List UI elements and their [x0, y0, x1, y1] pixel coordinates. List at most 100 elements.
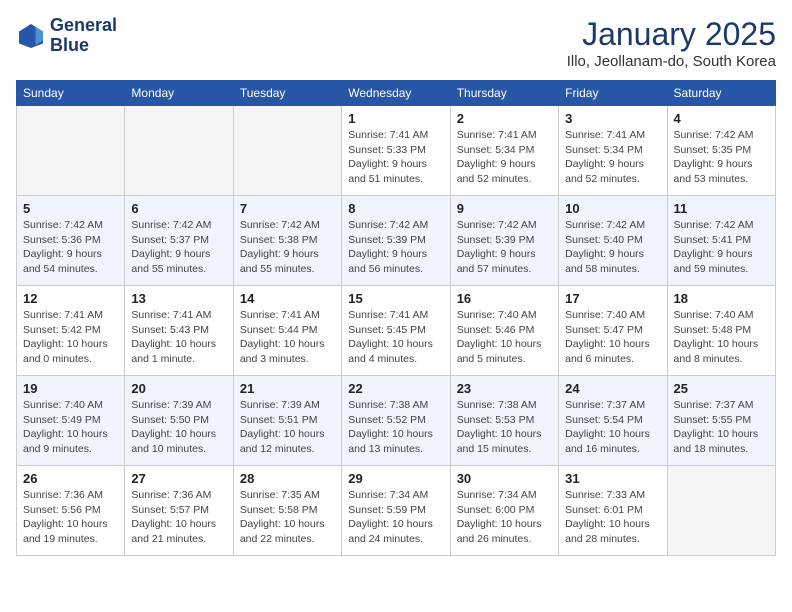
day-number: 22: [348, 381, 443, 396]
calendar-cell: [17, 106, 125, 196]
calendar-cell: 9Sunrise: 7:42 AMSunset: 5:39 PMDaylight…: [450, 196, 558, 286]
month-title: January 2025: [567, 16, 776, 53]
day-number: 26: [23, 471, 118, 486]
calendar-cell: 20 Sunrise: 7:39 AMSunset: 5:50 PMDayligh…: [125, 376, 233, 466]
calendar-cell: [125, 106, 233, 196]
day-number: 10: [565, 201, 660, 216]
logo-icon: [16, 21, 46, 51]
cell-content: Sunrise: 7:41 AMSunset: 5:44 PMDaylight:…: [240, 308, 335, 367]
day-number: 2: [457, 111, 552, 126]
day-number: 29: [348, 471, 443, 486]
day-header-friday: Friday: [559, 81, 667, 106]
calendar-cell: 25 Sunrise: 7:37 AMSunset: 5:55 PMDayligh…: [667, 376, 775, 466]
calendar-header-row: SundayMondayTuesdayWednesdayThursdayFrid…: [17, 81, 776, 106]
day-number: 27: [131, 471, 226, 486]
calendar-cell: 23 Sunrise: 7:38 AMSunset: 5:53 PMDayligh…: [450, 376, 558, 466]
cell-content: Sunrise: 7:39 AMSunset: 5:50 PMDaylight:…: [131, 398, 226, 457]
cell-content: Sunrise: 7:42 AMSunset: 5:40 PMDaylight:…: [565, 218, 660, 277]
day-number: 15: [348, 291, 443, 306]
day-number: 12: [23, 291, 118, 306]
calendar-cell: 30 Sunrise: 7:34 AMSunset: 6:00 PMDayligh…: [450, 466, 558, 556]
calendar-cell: 12 Sunrise: 7:41 AMSunset: 5:42 PMDayligh…: [17, 286, 125, 376]
day-header-wednesday: Wednesday: [342, 81, 450, 106]
cell-content: Sunrise: 7:42 AMSunset: 5:39 PMDaylight:…: [348, 218, 443, 277]
day-number: 5: [23, 201, 118, 216]
calendar-cell: 17Sunrise: 7:40 AMSunset: 5:47 PMDayligh…: [559, 286, 667, 376]
day-number: 30: [457, 471, 552, 486]
calendar-week-row: 26Sunrise: 7:36 AMSunset: 5:56 PMDayligh…: [17, 466, 776, 556]
cell-content: Sunrise: 7:42 AMSunset: 5:36 PMDaylight:…: [23, 218, 118, 277]
cell-content: Sunrise: 7:33 AMSunset: 6:01 PMDaylight:…: [565, 488, 660, 547]
cell-content: Sunrise: 7:38 AMSunset: 5:52 PMDaylight:…: [348, 398, 443, 457]
calendar-cell: 8Sunrise: 7:42 AMSunset: 5:39 PMDaylight…: [342, 196, 450, 286]
cell-content: Sunrise: 7:41 AMSunset: 5:34 PMDaylight:…: [457, 128, 552, 187]
cell-content: Sunrise: 7:41 AMSunset: 5:33 PMDaylight:…: [348, 128, 443, 187]
day-number: 24: [565, 381, 660, 396]
calendar-week-row: 1Sunrise: 7:41 AMSunset: 5:33 PMDaylight…: [17, 106, 776, 196]
cell-content: Sunrise: 7:39 AMSunset: 5:51 PMDaylight:…: [240, 398, 335, 457]
cell-content: Sunrise: 7:42 AMSunset: 5:35 PMDaylight:…: [674, 128, 769, 187]
cell-content: Sunrise: 7:36 AMSunset: 5:57 PMDaylight:…: [131, 488, 226, 547]
cell-content: Sunrise: 7:42 AMSunset: 5:41 PMDaylight:…: [674, 218, 769, 277]
cell-content: Sunrise: 7:41 AMSunset: 5:45 PMDaylight:…: [348, 308, 443, 367]
day-number: 9: [457, 201, 552, 216]
calendar-cell: 10 Sunrise: 7:42 AMSunset: 5:40 PMDayligh…: [559, 196, 667, 286]
cell-content: Sunrise: 7:38 AMSunset: 5:53 PMDaylight:…: [457, 398, 552, 457]
cell-content: Sunrise: 7:41 AMSunset: 5:43 PMDaylight:…: [131, 308, 226, 367]
day-header-sunday: Sunday: [17, 81, 125, 106]
day-number: 6: [131, 201, 226, 216]
day-number: 16: [457, 291, 552, 306]
calendar-week-row: 12 Sunrise: 7:41 AMSunset: 5:42 PMDayligh…: [17, 286, 776, 376]
calendar-cell: 18Sunrise: 7:40 AMSunset: 5:48 PMDayligh…: [667, 286, 775, 376]
day-number: 4: [674, 111, 769, 126]
cell-content: Sunrise: 7:41 AMSunset: 5:42 PMDaylight:…: [23, 308, 118, 367]
cell-content: Sunrise: 7:42 AMSunset: 5:38 PMDaylight:…: [240, 218, 335, 277]
calendar-cell: 16 Sunrise: 7:40 AMSunset: 5:46 PMDayligh…: [450, 286, 558, 376]
day-number: 19: [23, 381, 118, 396]
page-header: General Blue January 2025 Illo, Jeollana…: [16, 16, 776, 70]
cell-content: Sunrise: 7:40 AMSunset: 5:46 PMDaylight:…: [457, 308, 552, 367]
day-number: 23: [457, 381, 552, 396]
calendar-cell: 19Sunrise: 7:40 AMSunset: 5:49 PMDayligh…: [17, 376, 125, 466]
day-number: 25: [674, 381, 769, 396]
calendar-cell: 28 Sunrise: 7:35 AMSunset: 5:58 PMDayligh…: [233, 466, 341, 556]
calendar-cell: 7 Sunrise: 7:42 AMSunset: 5:38 PMDaylight…: [233, 196, 341, 286]
day-number: 20: [131, 381, 226, 396]
title-block: January 2025 Illo, Jeollanam-do, South K…: [567, 16, 776, 70]
calendar-week-row: 5 Sunrise: 7:42 AMSunset: 5:36 PMDaylight…: [17, 196, 776, 286]
calendar-cell: 2 Sunrise: 7:41 AMSunset: 5:34 PMDaylight…: [450, 106, 558, 196]
cell-content: Sunrise: 7:34 AMSunset: 6:00 PMDaylight:…: [457, 488, 552, 547]
calendar-cell: 27 Sunrise: 7:36 AMSunset: 5:57 PMDayligh…: [125, 466, 233, 556]
day-number: 21: [240, 381, 335, 396]
day-header-monday: Monday: [125, 81, 233, 106]
cell-content: Sunrise: 7:41 AMSunset: 5:34 PMDaylight:…: [565, 128, 660, 187]
day-number: 28: [240, 471, 335, 486]
calendar-cell: 6Sunrise: 7:42 AMSunset: 5:37 PMDaylight…: [125, 196, 233, 286]
calendar-cell: 13Sunrise: 7:41 AMSunset: 5:43 PMDayligh…: [125, 286, 233, 376]
cell-content: Sunrise: 7:40 AMSunset: 5:48 PMDaylight:…: [674, 308, 769, 367]
calendar-cell: [233, 106, 341, 196]
cell-content: Sunrise: 7:34 AMSunset: 5:59 PMDaylight:…: [348, 488, 443, 547]
calendar-cell: [667, 466, 775, 556]
calendar-cell: 29 Sunrise: 7:34 AMSunset: 5:59 PMDayligh…: [342, 466, 450, 556]
day-number: 3: [565, 111, 660, 126]
cell-content: Sunrise: 7:37 AMSunset: 5:54 PMDaylight:…: [565, 398, 660, 457]
calendar-cell: 11Sunrise: 7:42 AMSunset: 5:41 PMDayligh…: [667, 196, 775, 286]
calendar-table: SundayMondayTuesdayWednesdayThursdayFrid…: [16, 80, 776, 556]
day-number: 31: [565, 471, 660, 486]
day-header-saturday: Saturday: [667, 81, 775, 106]
logo: General Blue: [16, 16, 117, 56]
calendar-cell: 31 Sunrise: 7:33 AMSunset: 6:01 PMDayligh…: [559, 466, 667, 556]
calendar-cell: 22 Sunrise: 7:38 AMSunset: 5:52 PMDayligh…: [342, 376, 450, 466]
cell-content: Sunrise: 7:37 AMSunset: 5:55 PMDaylight:…: [674, 398, 769, 457]
logo-text: General Blue: [50, 16, 117, 56]
day-header-tuesday: Tuesday: [233, 81, 341, 106]
calendar-week-row: 19Sunrise: 7:40 AMSunset: 5:49 PMDayligh…: [17, 376, 776, 466]
calendar-cell: 4 Sunrise: 7:42 AMSunset: 5:35 PMDaylight…: [667, 106, 775, 196]
calendar-cell: 15 Sunrise: 7:41 AMSunset: 5:45 PMDayligh…: [342, 286, 450, 376]
day-number: 7: [240, 201, 335, 216]
cell-content: Sunrise: 7:35 AMSunset: 5:58 PMDaylight:…: [240, 488, 335, 547]
calendar-cell: 1Sunrise: 7:41 AMSunset: 5:33 PMDaylight…: [342, 106, 450, 196]
day-number: 17: [565, 291, 660, 306]
calendar-cell: 3 Sunrise: 7:41 AMSunset: 5:34 PMDaylight…: [559, 106, 667, 196]
